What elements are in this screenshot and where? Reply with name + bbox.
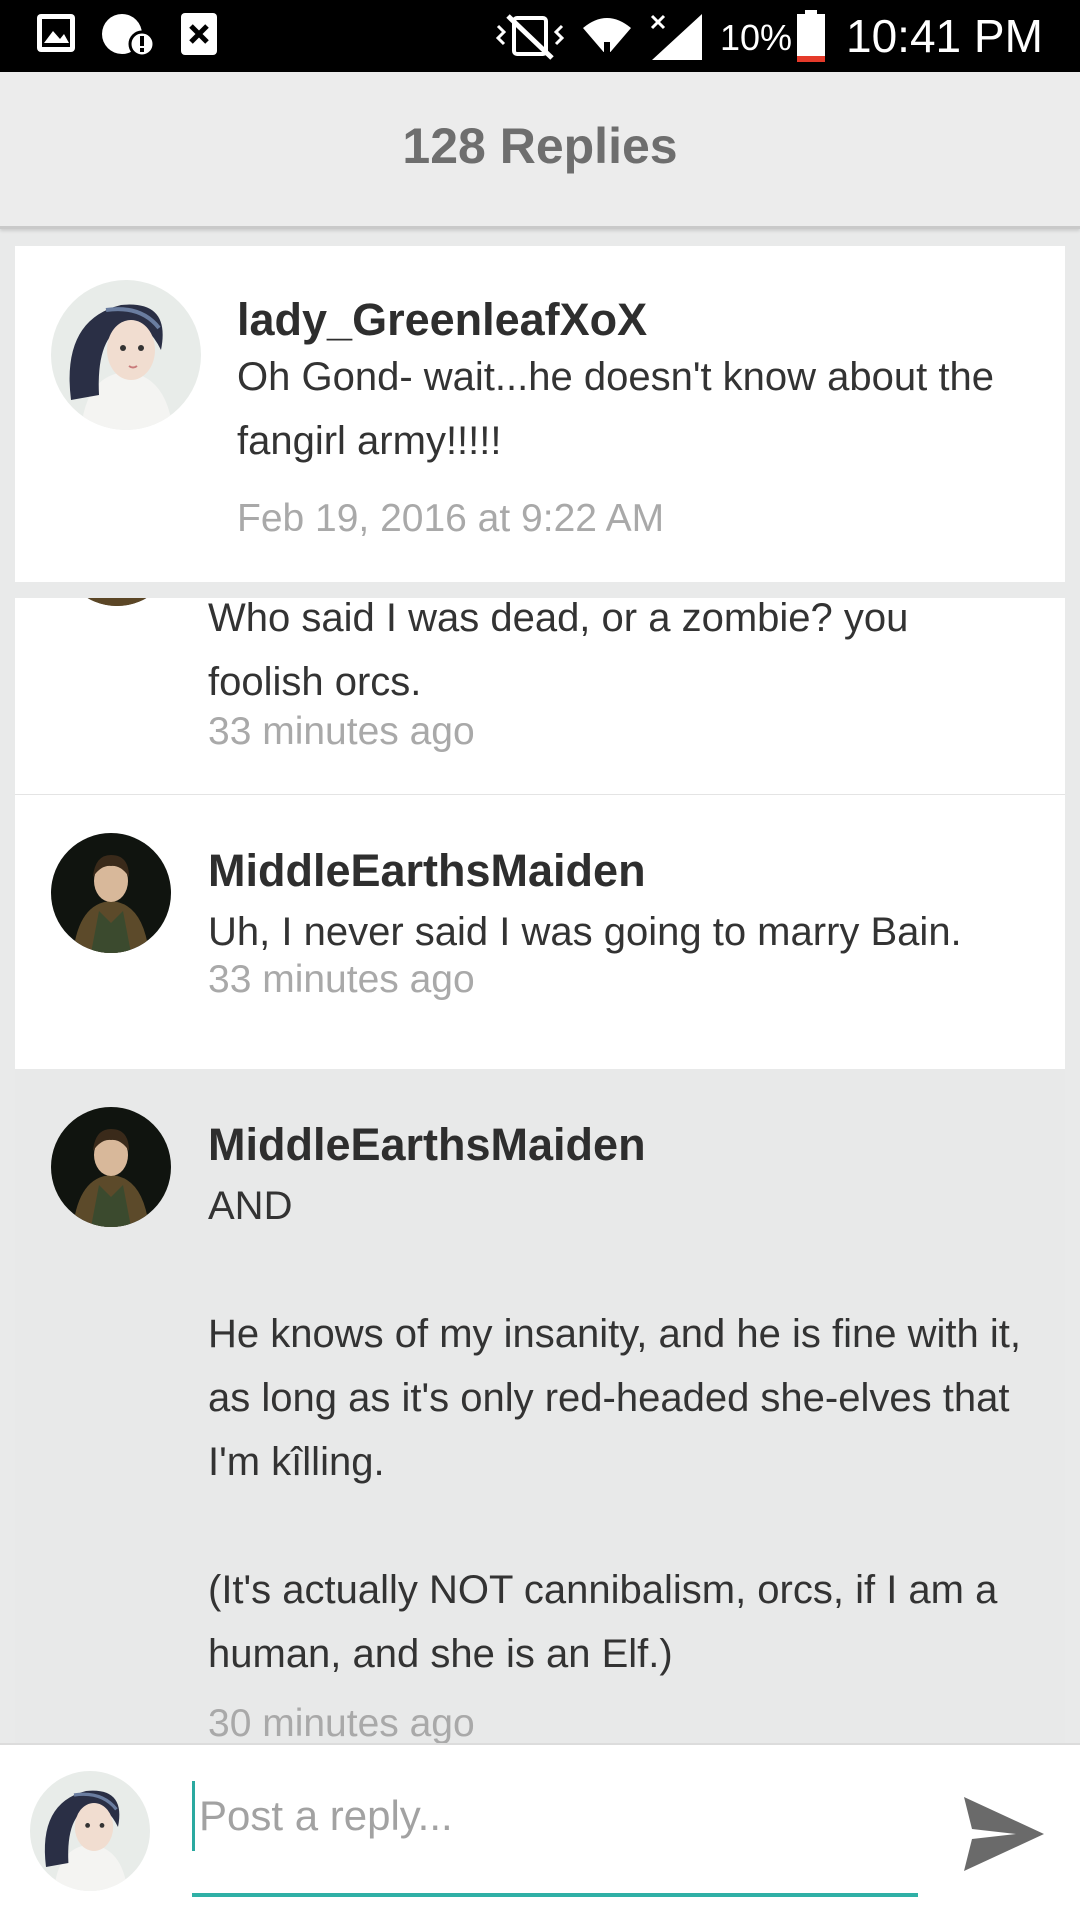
avatar[interactable] — [51, 1107, 171, 1227]
input-underline — [192, 1893, 918, 1897]
notification-alert-icon — [100, 12, 156, 65]
current-user-avatar[interactable] — [30, 1771, 150, 1891]
timestamp: 33 minutes ago — [208, 958, 475, 1001]
avatar[interactable] — [58, 598, 176, 606]
avatar[interactable] — [51, 833, 171, 953]
wifi-icon — [580, 12, 634, 67]
status-bar: 10% 10:41 PM — [0, 0, 1080, 72]
timestamp: 33 minutes ago — [208, 710, 475, 753]
gallery-icon — [35, 12, 77, 59]
message-text: Oh Gond- wait...he doesn't know about th… — [237, 355, 1006, 463]
page-title: 128 Replies — [402, 118, 678, 174]
avatar[interactable] — [51, 280, 201, 430]
battery-icon — [796, 10, 826, 67]
timestamp: 30 minutes ago — [208, 1702, 475, 1743]
username[interactable]: MiddleEarthsMaiden — [208, 843, 646, 899]
close-box-icon — [180, 12, 218, 61]
signal-icon — [648, 12, 704, 67]
message-text: AND He knows of my insanity, and he is f… — [208, 1184, 1021, 1676]
list-item[interactable]: Who said I was dead, or a zombie? you fo… — [15, 598, 1065, 794]
reply-input[interactable] — [192, 1781, 923, 1851]
parent-post-card: lady_GreenleafXoX Oh Gond- wait...he doe… — [15, 246, 1065, 582]
list-item[interactable]: MiddleEarthsMaiden Uh, I never said I wa… — [15, 795, 1065, 1069]
list-item[interactable]: MiddleEarthsMaiden AND He knows of my in… — [15, 1069, 1065, 1743]
battery-percent: 10% — [720, 17, 793, 58]
header: 128 Replies — [0, 72, 1080, 229]
reply-composer — [0, 1743, 1080, 1922]
reply-list[interactable]: Who said I was dead, or a zombie? you fo… — [15, 598, 1065, 1743]
clock: 10:41 PM — [846, 10, 1043, 62]
vibrate-mute-icon — [494, 12, 566, 65]
send-icon — [964, 1797, 1044, 1871]
username[interactable]: lady_GreenleafXoX — [237, 292, 647, 348]
username[interactable]: MiddleEarthsMaiden — [208, 1117, 646, 1173]
message-text: Who said I was dead, or a zombie? you fo… — [208, 598, 920, 704]
timestamp: Feb 19, 2016 at 9:22 AM — [237, 497, 665, 540]
send-button[interactable] — [958, 1789, 1048, 1879]
